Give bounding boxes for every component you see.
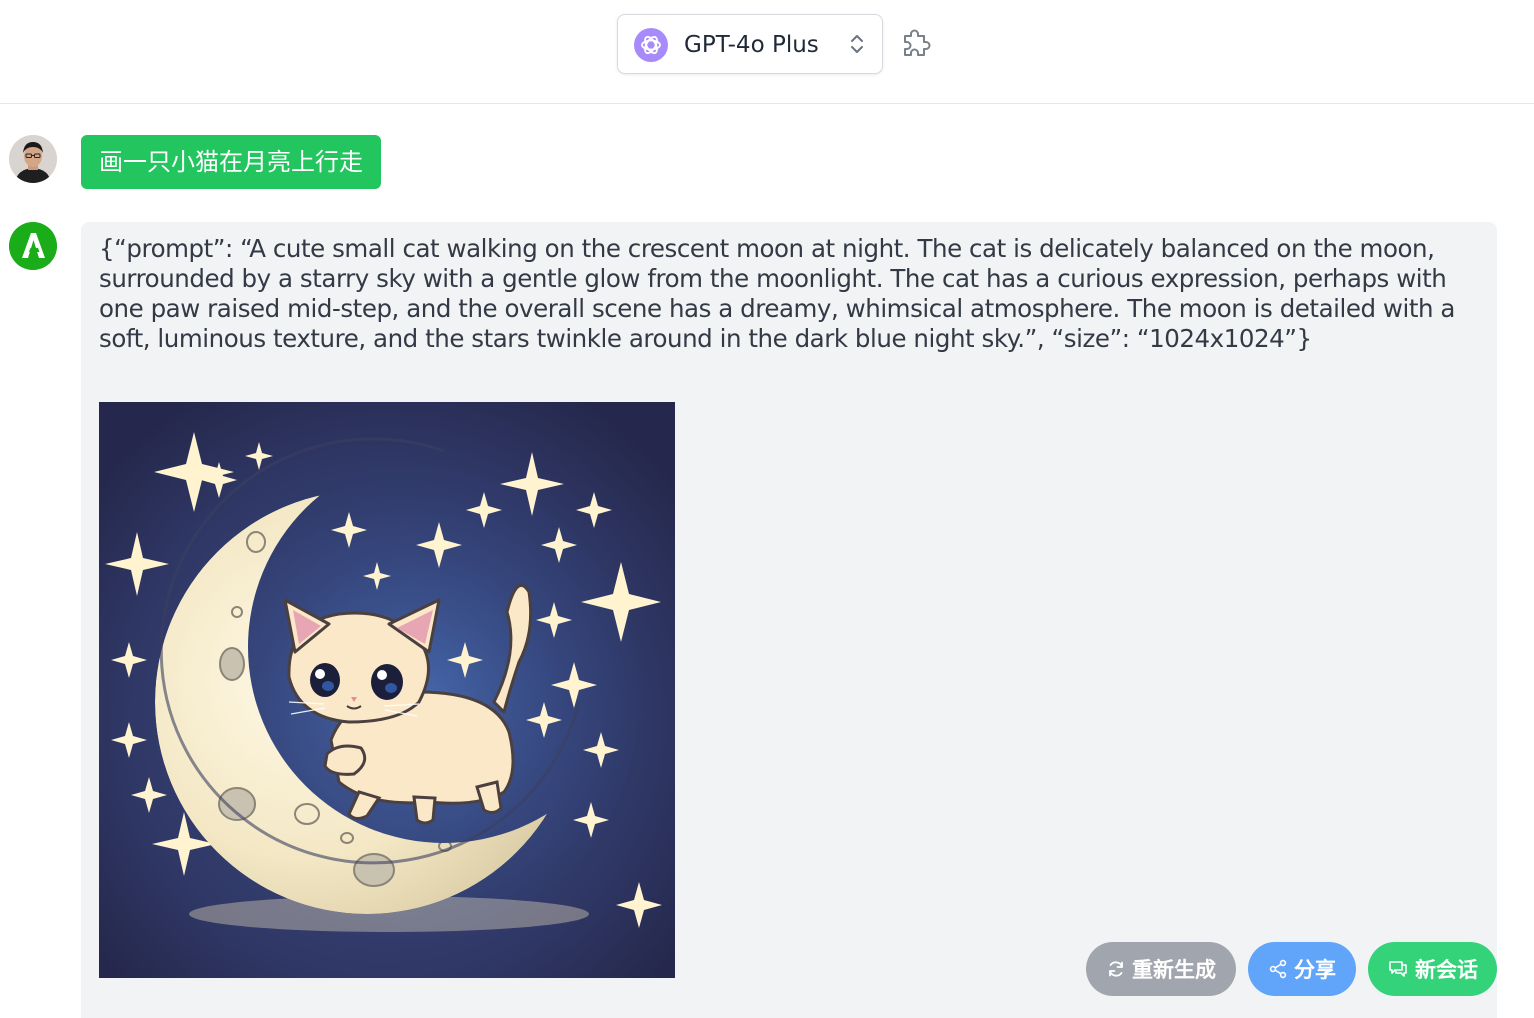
new-chat-label: 新会话: [1415, 958, 1478, 982]
generated-image[interactable]: [99, 402, 675, 978]
assistant-message: {“prompt”: “A cute small cat walking on …: [81, 222, 1497, 1018]
user-avatar: [9, 135, 57, 183]
assistant-message-text: {“prompt”: “A cute small cat walking on …: [99, 234, 1455, 353]
chat-bubble-icon: [1389, 961, 1407, 977]
model-selector[interactable]: GPT-4o Plus: [617, 14, 883, 74]
top-bar: GPT-4o Plus: [0, 0, 1534, 104]
share-label: 分享: [1294, 958, 1336, 982]
openai-logo-icon: [634, 28, 668, 62]
regenerate-button[interactable]: 重新生成: [1086, 942, 1236, 996]
refresh-icon: [1109, 961, 1123, 977]
share-icon: [1269, 959, 1287, 979]
chevron-up-down-icon: [851, 35, 863, 53]
assistant-avatar: [9, 222, 57, 270]
share-button[interactable]: 分享: [1248, 942, 1356, 996]
user-message: 画一只小猫在月亮上行走: [81, 135, 381, 189]
model-name: GPT-4o Plus: [684, 32, 819, 58]
new-chat-button[interactable]: 新会话: [1368, 942, 1497, 996]
regenerate-label: 重新生成: [1132, 958, 1216, 982]
puzzle-icon[interactable]: [898, 24, 934, 60]
